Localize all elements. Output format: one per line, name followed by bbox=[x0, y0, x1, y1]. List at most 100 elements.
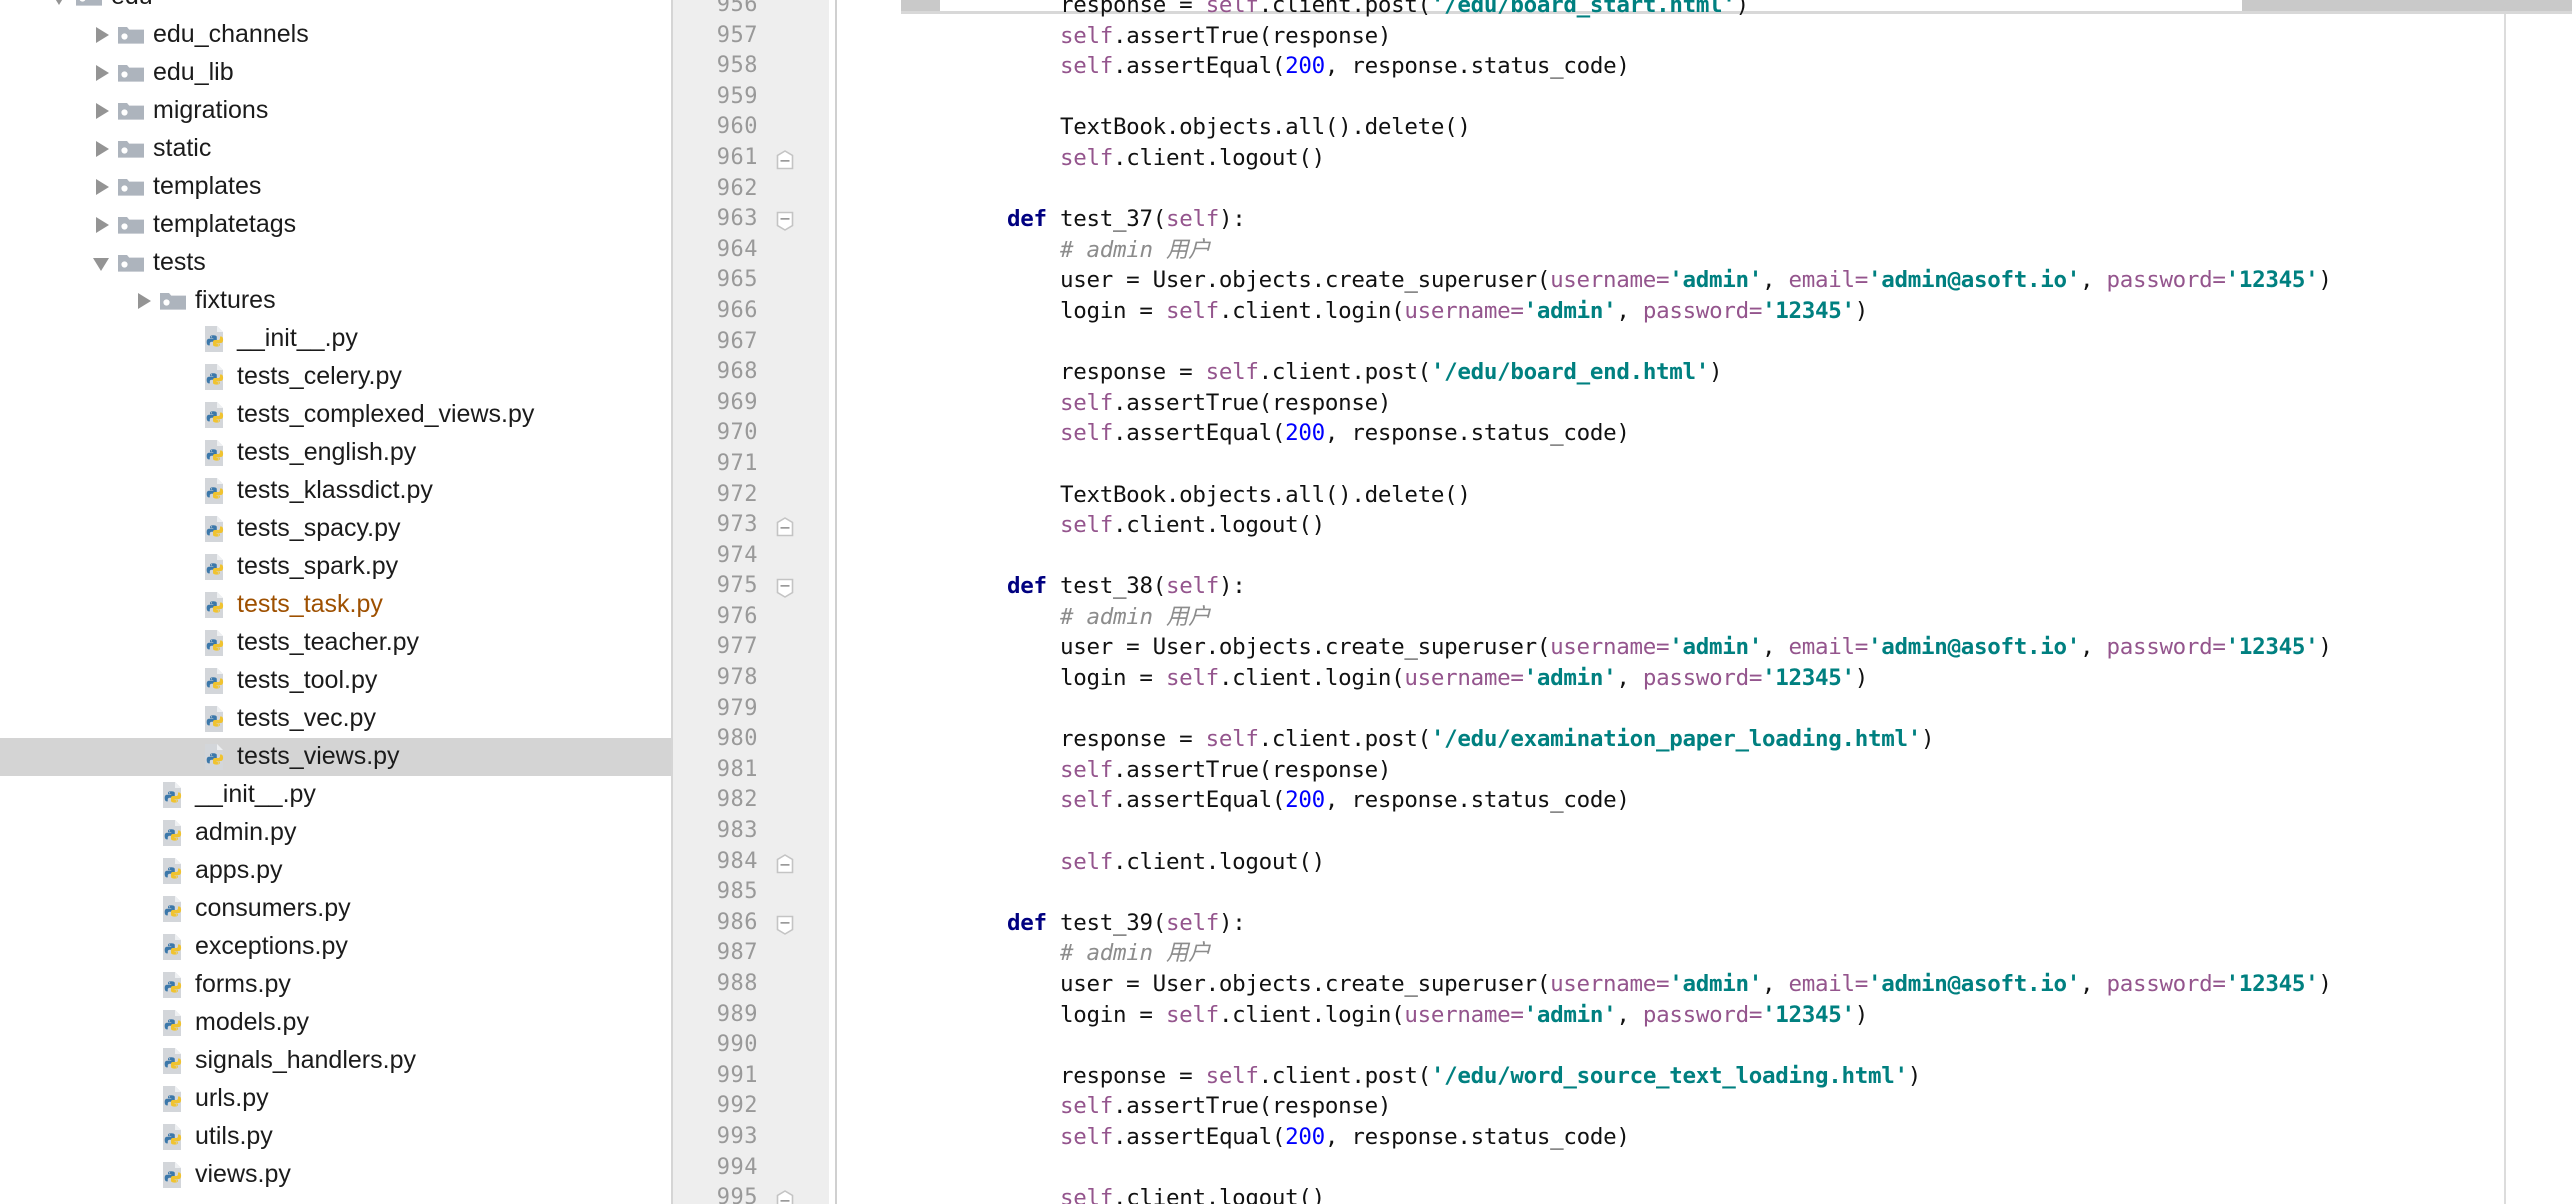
editor-gutter[interactable]: 958 bbox=[672, 51, 829, 82]
code-line-text[interactable]: self.client.logout() bbox=[901, 847, 2572, 878]
editor-gutter[interactable]: 990 bbox=[672, 1030, 829, 1061]
project-tree-list[interactable]: eduedu_channels edu_lib migrations static te… bbox=[0, 0, 672, 1194]
editor-gutter[interactable]: 960 bbox=[672, 112, 829, 143]
tree-file-row[interactable]: tests_complexed_views.py bbox=[0, 396, 672, 434]
editor-gutter[interactable]: 970 bbox=[672, 418, 829, 449]
tree-file-row[interactable]: tests_teacher.py bbox=[0, 624, 672, 662]
code-line[interactable]: 967 bbox=[672, 326, 2572, 358]
code-line-text[interactable]: self.assertTrue(response) bbox=[901, 21, 2572, 52]
editor-gutter[interactable]: 977 bbox=[672, 632, 829, 664]
editor-gutter[interactable]: 991 bbox=[672, 1060, 829, 1092]
code-line[interactable]: 989 login = self.client.login(username='… bbox=[672, 999, 2572, 1031]
tree-file-row[interactable]: tests_tool.py bbox=[0, 662, 672, 700]
tree-folder-row[interactable]: static bbox=[0, 130, 672, 168]
editor-gutter[interactable]: 979 bbox=[672, 693, 829, 725]
code-line[interactable]: 975 def test_38(self): bbox=[672, 571, 2572, 602]
editor-gutter[interactable]: 989 bbox=[672, 999, 829, 1031]
code-line-text[interactable]: user = User.objects.create_superuser(use… bbox=[901, 969, 2572, 1000]
code-line[interactable]: 982 self.assertEqual(200, response.statu… bbox=[672, 785, 2572, 817]
code-line-text[interactable]: response = self.client.post('/edu/board_… bbox=[901, 0, 2572, 21]
code-fold-end-icon[interactable] bbox=[776, 853, 794, 873]
editor-gutter[interactable]: 983 bbox=[672, 816, 829, 847]
code-line-text[interactable]: self.client.logout() bbox=[901, 1183, 2572, 1204]
code-line-text[interactable]: # admin 用户 bbox=[901, 938, 2572, 969]
tree-folder-row[interactable]: fixtures bbox=[0, 282, 672, 320]
tree-file-row[interactable]: apps.py bbox=[0, 852, 672, 890]
code-line-text[interactable]: self.assertEqual(200, response.status_co… bbox=[901, 418, 2572, 449]
editor-gutter[interactable]: 959 bbox=[672, 81, 829, 113]
code-fold-start-icon[interactable] bbox=[776, 211, 794, 232]
chevron-right-icon[interactable] bbox=[90, 174, 116, 200]
code-line[interactable]: 983 bbox=[672, 816, 2572, 847]
code-line[interactable]: 987 # admin 用户 bbox=[672, 938, 2572, 969]
code-line[interactable]: 976 # admin 用户 bbox=[672, 601, 2572, 633]
chevron-down-icon[interactable] bbox=[90, 250, 116, 276]
code-line-text[interactable]: def test_37(self): bbox=[901, 204, 2572, 235]
editor-gutter[interactable]: 956 bbox=[672, 0, 829, 21]
editor-gutter[interactable]: 967 bbox=[672, 326, 829, 358]
chevron-right-icon[interactable] bbox=[90, 212, 116, 238]
code-line[interactable]: 972 TextBook.objects.all().delete() bbox=[672, 479, 2572, 511]
tree-file-row[interactable]: views.py bbox=[0, 1156, 672, 1194]
code-line[interactable]: 963 def test_37(self): bbox=[672, 204, 2572, 235]
tree-file-row[interactable]: tests_task.py bbox=[0, 586, 672, 624]
tree-file-row[interactable]: tests_spark.py bbox=[0, 548, 672, 586]
code-line-text[interactable]: self.client.logout() bbox=[901, 143, 2572, 174]
editor-gutter[interactable]: 968 bbox=[672, 357, 829, 388]
code-line-text[interactable]: self.assertEqual(200, response.status_co… bbox=[901, 1122, 2572, 1153]
code-line-text[interactable]: response = self.client.post('/edu/word_s… bbox=[901, 1061, 2572, 1092]
chevron-right-icon[interactable] bbox=[132, 288, 158, 314]
chevron-right-icon[interactable] bbox=[90, 60, 116, 86]
code-line[interactable]: 961 self.client.logout() bbox=[672, 142, 2572, 174]
code-line-text[interactable]: def test_39(self): bbox=[901, 908, 2572, 939]
code-line-text[interactable]: login = self.client.login(username='admi… bbox=[901, 1000, 2572, 1031]
editor-gutter[interactable]: 964 bbox=[672, 234, 829, 266]
code-line[interactable]: 959 bbox=[672, 81, 2572, 113]
editor-gutter[interactable]: 961 bbox=[672, 142, 829, 174]
editor-gutter[interactable]: 982 bbox=[672, 785, 829, 817]
editor-gutter[interactable]: 980 bbox=[672, 724, 829, 755]
tree-file-row[interactable]: signals_handlers.py bbox=[0, 1042, 672, 1080]
code-line[interactable]: 971 bbox=[672, 448, 2572, 480]
project-tool-window[interactable]: eduedu_channels edu_lib migrations static te… bbox=[0, 0, 672, 1204]
editor-gutter[interactable]: 993 bbox=[672, 1121, 829, 1153]
editor-gutter[interactable]: 988 bbox=[672, 969, 829, 1000]
code-line-text[interactable]: self.assertTrue(response) bbox=[901, 388, 2572, 419]
code-fold-start-icon[interactable] bbox=[776, 578, 794, 599]
editor-gutter[interactable]: 966 bbox=[672, 295, 829, 327]
code-line-text[interactable]: user = User.objects.create_superuser(use… bbox=[901, 632, 2572, 663]
editor-gutter[interactable]: 972 bbox=[672, 479, 829, 511]
tree-folder-row[interactable]: edu bbox=[0, 0, 672, 16]
code-line[interactable]: 981 self.assertTrue(response) bbox=[672, 754, 2572, 786]
code-line[interactable]: 992 self.assertTrue(response) bbox=[672, 1091, 2572, 1122]
code-line-text[interactable]: response = self.client.post('/edu/board_… bbox=[901, 357, 2572, 388]
code-line[interactable]: 980 response = self.client.post('/edu/ex… bbox=[672, 724, 2572, 755]
code-line-text[interactable]: self.assertEqual(200, response.status_co… bbox=[901, 51, 2572, 82]
chevron-down-icon[interactable] bbox=[48, 0, 74, 10]
code-line[interactable]: 957 self.assertTrue(response) bbox=[672, 20, 2572, 52]
code-line-text[interactable]: def test_38(self): bbox=[901, 571, 2572, 602]
editor-gutter[interactable]: 992 bbox=[672, 1091, 829, 1122]
code-line[interactable]: 979 bbox=[672, 693, 2572, 725]
editor-gutter[interactable]: 971 bbox=[672, 448, 829, 480]
tree-file-row[interactable]: __init__.py bbox=[0, 320, 672, 358]
code-line[interactable]: 958 self.assertEqual(200, response.statu… bbox=[672, 51, 2572, 82]
editor-gutter[interactable]: 969 bbox=[672, 387, 829, 419]
code-line-text[interactable]: self.client.logout() bbox=[901, 510, 2572, 541]
code-line-text[interactable]: login = self.client.login(username='admi… bbox=[901, 296, 2572, 327]
editor-gutter[interactable]: 957 bbox=[672, 20, 829, 52]
code-line[interactable]: 990 bbox=[672, 1030, 2572, 1061]
editor-gutter[interactable]: 973 bbox=[672, 510, 829, 541]
tree-file-row[interactable]: tests_views.py bbox=[0, 738, 672, 776]
editor-gutter[interactable]: 975 bbox=[672, 571, 829, 602]
code-line[interactable]: 970 self.assertEqual(200, response.statu… bbox=[672, 418, 2572, 449]
tree-file-row[interactable]: utils.py bbox=[0, 1118, 672, 1156]
code-line[interactable]: 986 def test_39(self): bbox=[672, 907, 2572, 939]
tree-file-row[interactable]: forms.py bbox=[0, 966, 672, 1004]
code-line[interactable]: 985 bbox=[672, 877, 2572, 908]
editor-gutter[interactable]: 994 bbox=[672, 1152, 829, 1184]
tree-folder-row[interactable]: migrations bbox=[0, 92, 672, 130]
tree-folder-row[interactable]: templates bbox=[0, 168, 672, 206]
code-fold-end-icon[interactable] bbox=[776, 517, 794, 537]
code-fold-start-icon[interactable] bbox=[776, 915, 794, 935]
